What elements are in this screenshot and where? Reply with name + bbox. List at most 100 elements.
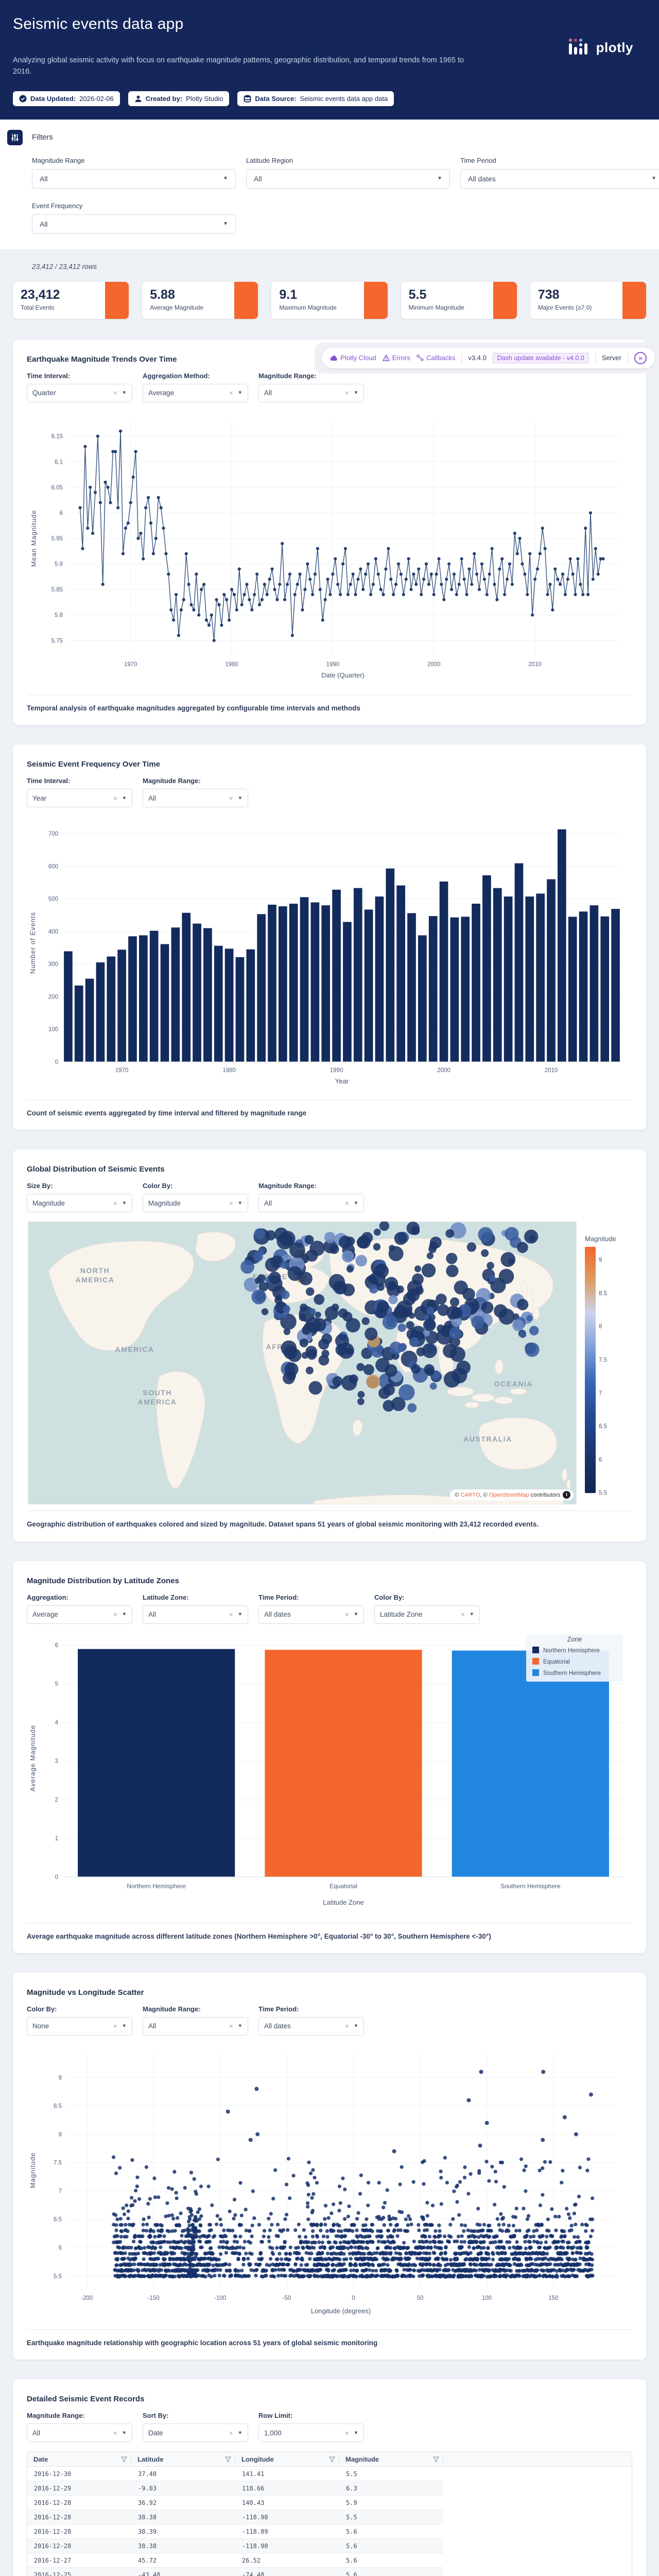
chevron-down-icon[interactable]: ▼: [238, 2430, 242, 2436]
chevron-down-icon[interactable]: ▼: [354, 1200, 358, 1206]
clear-icon[interactable]: ×: [229, 1611, 238, 1618]
column-header-magnitude[interactable]: Magnitude: [339, 2452, 443, 2466]
filter-select-3[interactable]: All▼: [32, 214, 236, 234]
column-header-latitude[interactable]: Latitude: [131, 2452, 235, 2466]
table-row[interactable]: 2016-12-25-43.48-74.485.6: [27, 2568, 443, 2576]
chevron-down-icon[interactable]: ▼: [354, 2023, 358, 2029]
control-select[interactable]: Year×▼: [27, 789, 132, 807]
filter-funnel-icon[interactable]: [433, 2456, 439, 2462]
column-header-longitude[interactable]: Longitude: [235, 2452, 339, 2466]
dev-toolbar-plotly-cloud[interactable]: Plotly Cloud: [330, 354, 376, 362]
chevron-down-icon[interactable]: ▼: [122, 2023, 127, 2029]
control-select[interactable]: All×▼: [27, 2424, 132, 2442]
filter-funnel-icon[interactable]: [225, 2456, 231, 2462]
select-value: Quarter: [32, 389, 56, 397]
clear-icon[interactable]: ×: [345, 2022, 354, 2030]
control-select[interactable]: All×▼: [258, 384, 364, 402]
control-select[interactable]: Quarter ×▼: [27, 384, 132, 402]
clear-icon[interactable]: ×: [461, 1611, 470, 1618]
filter-funnel-icon[interactable]: [329, 2456, 335, 2462]
carto-link[interactable]: CARTO: [460, 1492, 480, 1498]
chart-svg[interactable]: -200-150-100-500501001505.566.577.588.59…: [27, 2045, 634, 2320]
chevron-down-icon[interactable]: ▼: [354, 390, 358, 396]
chevron-down-icon[interactable]: ▼: [238, 2023, 242, 2029]
clear-icon[interactable]: ×: [113, 1611, 122, 1618]
chart-svg[interactable]: 0123456Northern HemisphereEquatorialSout…: [27, 1633, 634, 1914]
legend[interactable]: ZoneNorthern HemisphereEquatorialSouther…: [526, 1634, 623, 1682]
table-row[interactable]: 2016-12-2838.38-118.905.6: [27, 2539, 443, 2553]
chevron-down-icon[interactable]: ▼: [470, 1612, 474, 1617]
chevron-down-icon[interactable]: ▼: [238, 795, 242, 801]
clear-icon[interactable]: ×: [113, 2022, 122, 2030]
chevron-down-icon[interactable]: ▼: [354, 1612, 358, 1617]
table-row[interactable]: 2016-12-2838.39-118.895.6: [27, 2524, 443, 2539]
clear-icon[interactable]: ×: [229, 1199, 238, 1207]
chevron-down-icon[interactable]: ▼: [122, 795, 127, 801]
filter-funnel-icon[interactable]: [121, 2456, 127, 2462]
table-row[interactable]: 2016-12-29-9.03118.666.3: [27, 2481, 443, 2496]
kpi-value: 738: [538, 287, 616, 302]
clear-icon[interactable]: ×: [229, 2022, 238, 2030]
chart-caption: Temporal analysis of earthquake magnitud…: [27, 694, 632, 714]
chevron-down-icon[interactable]: ▼: [238, 1200, 242, 1206]
control-select[interactable]: Average×▼: [143, 384, 248, 402]
control-select[interactable]: All×▼: [143, 789, 248, 807]
kpi-value: 9.1: [279, 287, 357, 302]
clear-icon[interactable]: ×: [229, 794, 238, 802]
collapse-toolbar-button[interactable]: »: [634, 352, 647, 364]
column-header-date[interactable]: Date: [27, 2452, 131, 2466]
axis-tick-label: AMERICA: [76, 1276, 115, 1284]
control-select[interactable]: All×▼: [143, 1605, 248, 1624]
osm-link[interactable]: OpenStreetMap: [489, 1492, 529, 1498]
control-select[interactable]: All dates×▼: [258, 2017, 364, 2036]
control-select[interactable]: Average×▼: [27, 1605, 132, 1624]
control-select[interactable]: None×▼: [27, 2017, 132, 2036]
chevron-down-icon[interactable]: ▼: [354, 2430, 358, 2436]
chevron-down-icon[interactable]: ▼: [122, 2430, 127, 2436]
control-select[interactable]: All×▼: [258, 1194, 364, 1212]
badge-value: Seismic events data app data: [300, 95, 388, 103]
clear-icon[interactable]: ×: [113, 794, 122, 802]
dev-toolbar-errors[interactable]: Errors: [383, 354, 410, 362]
control-select[interactable]: All dates×▼: [258, 1605, 364, 1624]
clear-icon[interactable]: ×: [229, 389, 238, 397]
map-svg[interactable]: NORTHAMERICAAMERICAEUROPEAFRICASOUTHAMER…: [27, 1222, 578, 1504]
table-row[interactable]: 2016-12-3037.40141.415.5: [27, 2467, 443, 2481]
colorbar-tick: 7.5: [599, 1357, 607, 1363]
chevron-down-icon[interactable]: ▼: [122, 1612, 127, 1617]
control-time-interval: Time Interval:Quarter×▼: [27, 372, 132, 402]
world-map[interactable]: NORTHAMERICAAMERICAEUROPEAFRICASOUTHAMER…: [27, 1222, 578, 1504]
control-select[interactable]: Magnitude×▼: [143, 1194, 248, 1212]
filter-select-2[interactable]: All dates▼: [460, 169, 659, 189]
filter-select-value: All dates: [468, 175, 496, 183]
control-select[interactable]: Date×▼: [143, 2424, 248, 2442]
clear-icon[interactable]: ×: [113, 1199, 122, 1207]
control-select[interactable]: 1,000×▼: [258, 2424, 364, 2442]
info-icon[interactable]: i: [563, 1491, 570, 1499]
clear-icon[interactable]: ×: [345, 389, 354, 397]
control-select[interactable]: Latitude Zone×▼: [374, 1605, 480, 1624]
table-row[interactable]: 2016-12-2836.92140.435.9: [27, 2496, 443, 2510]
table-cell: 45.72: [131, 2557, 235, 2564]
filter-select-0[interactable]: All▼: [32, 169, 236, 189]
chevron-down-icon[interactable]: ▼: [122, 390, 127, 396]
dev-toolbar-callbacks[interactable]: Callbacks: [417, 354, 455, 362]
table-row[interactable]: 2016-12-2838.38-118.905.5: [27, 2510, 443, 2524]
chevron-down-icon[interactable]: ▼: [238, 390, 242, 396]
clear-icon[interactable]: ×: [113, 389, 122, 397]
clear-icon[interactable]: ×: [345, 2429, 354, 2437]
clear-icon[interactable]: ×: [113, 2429, 122, 2437]
control-select[interactable]: Magnitude×▼: [27, 1194, 132, 1212]
dash-update-badge[interactable]: Dash update available - v4.0.0: [493, 353, 589, 363]
axis-tick-label: Year: [335, 1077, 349, 1085]
chart-svg[interactable]: 197019801990200020105.755.85.855.95.9566…: [27, 412, 634, 686]
control-select[interactable]: All×▼: [143, 2017, 248, 2036]
clear-icon[interactable]: ×: [345, 1611, 354, 1618]
clear-icon[interactable]: ×: [345, 1199, 354, 1207]
chevron-down-icon[interactable]: ▼: [238, 1612, 242, 1617]
chart-svg[interactable]: 0100200300400500600700197019801990200020…: [27, 817, 634, 1091]
clear-icon[interactable]: ×: [229, 2429, 238, 2437]
chevron-down-icon[interactable]: ▼: [122, 1200, 127, 1206]
table-row[interactable]: 2016-12-2745.7226.525.6: [27, 2553, 443, 2568]
filter-select-1[interactable]: All▼: [246, 169, 450, 189]
